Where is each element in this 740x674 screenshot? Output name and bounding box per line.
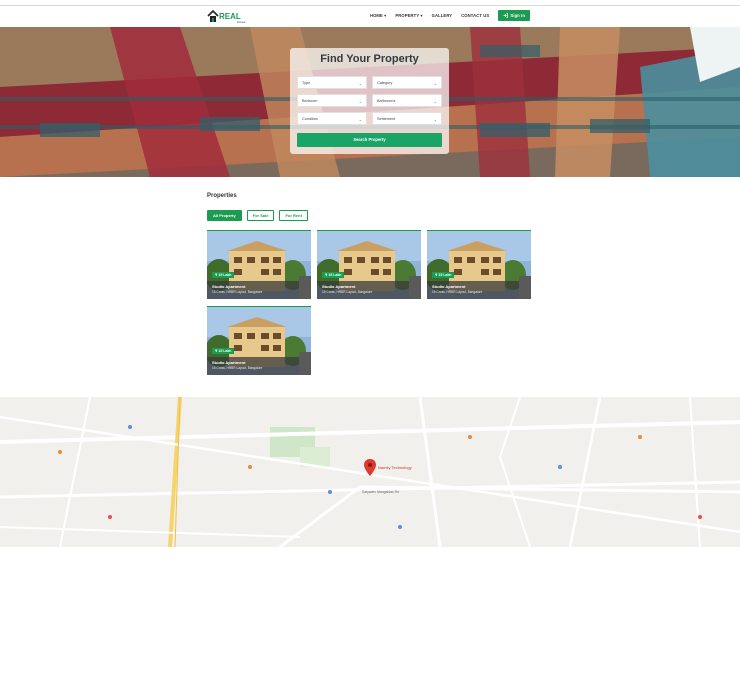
main-nav: HOME ▾ PROPERTY ▾ GALLERY CONTACT US Sig…: [370, 10, 530, 21]
card-side-shade: [409, 276, 421, 299]
property-card[interactable]: ₹ 15 Lakh Studio Apartment 15 Cross, HRB…: [207, 230, 311, 299]
navbar: REAL Estate HOME ▾ PROPERTY ▾ GALLERY CO…: [0, 6, 740, 27]
map-road-label: Satyadev Mangaldas Rd: [362, 490, 399, 494]
property-name: Studio Apartment: [322, 284, 356, 289]
sign-in-icon: [503, 13, 509, 18]
search-panel: Find Your Property Type ⌄ Category ⌄ Bed…: [290, 48, 449, 154]
property-address: 15 Cross, HRBR Layout, Bangalore: [322, 290, 373, 294]
property-price: ₹ 15 Lakh: [212, 348, 235, 354]
category-select-label: Category: [377, 81, 393, 85]
chevron-down-icon: ⌄: [358, 117, 362, 122]
filter-all-property[interactable]: All Property: [207, 210, 242, 221]
property-name: Studio Apartment: [212, 360, 246, 365]
settlement-select[interactable]: Settlement ⌄: [372, 112, 442, 125]
property-price: ₹ 15 Lakh: [432, 272, 455, 278]
condition-select[interactable]: Condition ⌄: [297, 112, 367, 125]
filter-for-rent[interactable]: For Rent: [279, 210, 308, 221]
nav-gallery[interactable]: GALLERY: [432, 13, 453, 18]
property-price: ₹ 15 Lakh: [212, 272, 235, 278]
property-card[interactable]: ₹ 15 Lakh Studio Apartment 15 Cross, HRB…: [207, 306, 311, 375]
nav-home[interactable]: HOME ▾: [370, 13, 386, 18]
property-address: 15 Cross, HRBR Layout, Bangalore: [432, 290, 483, 294]
filter-for-sale[interactable]: For Sale: [246, 210, 275, 221]
property-price: ₹ 15 Lakh: [322, 272, 345, 278]
condition-select-label: Condition: [302, 117, 319, 121]
bathrooms-select[interactable]: Bathrooms ⌄: [372, 94, 442, 107]
card-side-shade: [299, 352, 311, 375]
chevron-down-icon: ⌄: [358, 81, 362, 86]
property-name: Studio Apartment: [432, 284, 466, 289]
sign-in-label: Sign In: [510, 13, 525, 18]
bedroom-select[interactable]: Bedroom ⌄: [297, 94, 367, 107]
category-select[interactable]: Category ⌄: [372, 76, 442, 89]
property-name: Studio Apartment: [212, 284, 246, 289]
card-side-shade: [519, 276, 531, 299]
chevron-down-icon: ⌄: [358, 99, 362, 104]
search-title: Find Your Property: [320, 53, 419, 65]
sign-in-button[interactable]: Sign In: [498, 10, 530, 21]
settlement-select-label: Settlement: [377, 117, 396, 121]
type-select-label: Type: [302, 81, 311, 85]
map-pin-label: Namity Technology: [378, 465, 412, 470]
site-logo[interactable]: REAL Estate: [207, 8, 247, 24]
property-address: 15 Cross, HRBR Layout, Bangalore: [212, 366, 263, 370]
chevron-down-icon: ⌄: [433, 117, 437, 122]
search-property-button[interactable]: Search Property: [297, 133, 442, 147]
type-select[interactable]: Type ⌄: [297, 76, 367, 89]
bathrooms-select-label: Bathrooms: [377, 99, 396, 103]
property-card[interactable]: ₹ 15 Lakh Studio Apartment 15 Cross, HRB…: [317, 230, 421, 299]
chevron-down-icon: ⌄: [433, 99, 437, 104]
map-canvas: Namity Technology Satyadev Mangaldas Rd: [0, 397, 740, 547]
property-filter-tabs: All Property For Sale For Rent: [207, 210, 308, 221]
bedroom-select-label: Bedroom: [302, 99, 318, 103]
svg-text:Estate: Estate: [237, 20, 246, 24]
properties-heading: Properties: [207, 193, 237, 199]
location-map[interactable]: Namity Technology Satyadev Mangaldas Rd: [0, 397, 740, 547]
property-address: 15 Cross, HRBR Layout, Bangalore: [212, 290, 263, 294]
card-side-shade: [299, 276, 311, 299]
house-logo-icon: REAL Estate: [207, 9, 246, 24]
nav-contact[interactable]: CONTACT US: [461, 13, 489, 18]
nav-property[interactable]: PROPERTY ▾: [395, 13, 422, 18]
chevron-down-icon: ⌄: [433, 81, 437, 86]
property-card[interactable]: ₹ 15 Lakh Studio Apartment 15 Cross, HRB…: [427, 230, 531, 299]
